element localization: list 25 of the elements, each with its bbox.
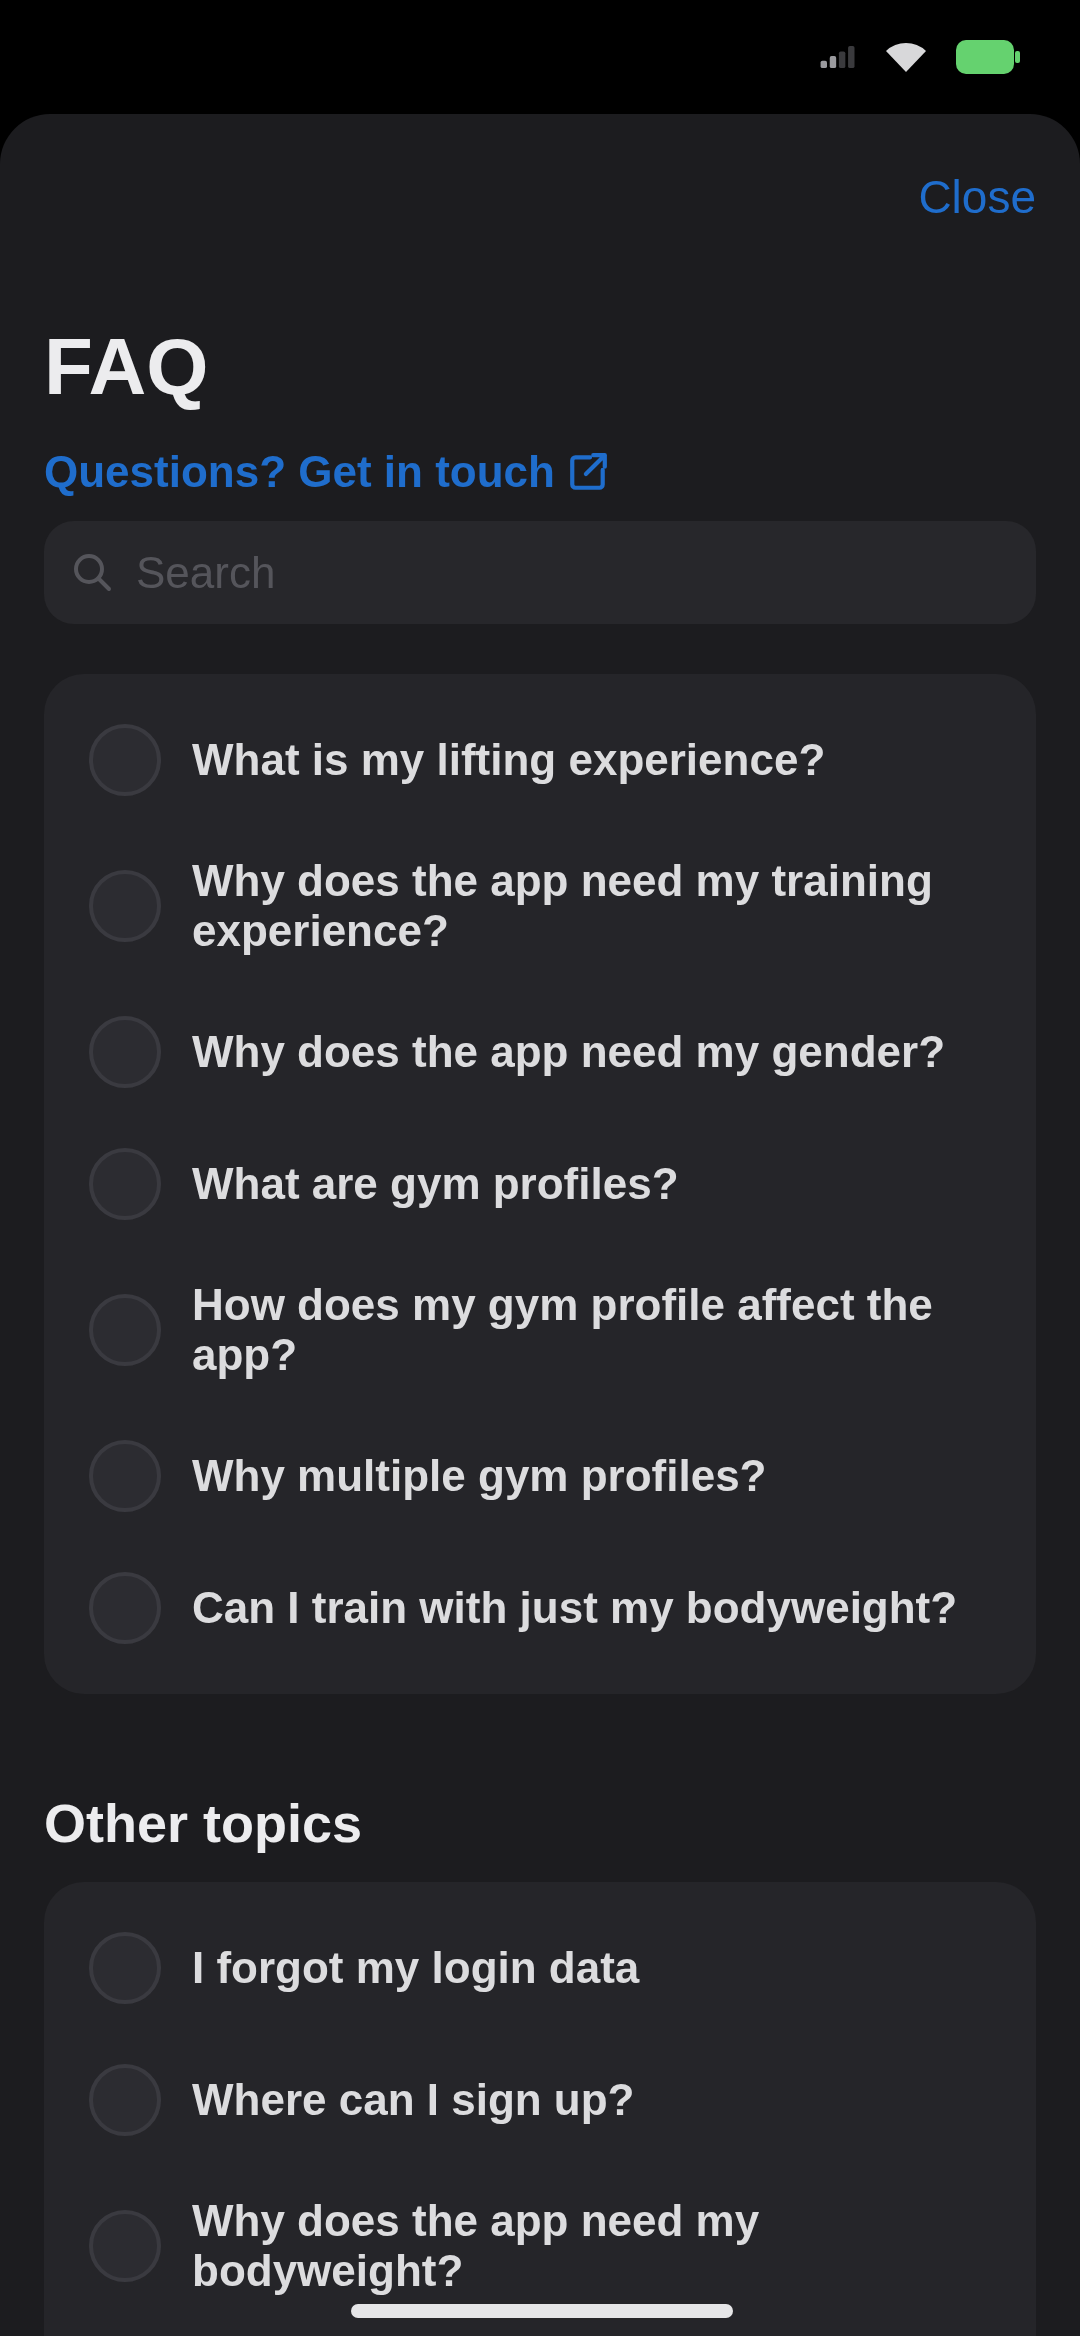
page-title: FAQ: [44, 321, 209, 413]
wifi-icon: [886, 42, 926, 72]
circle-icon: [89, 1016, 161, 1088]
circle-icon: [89, 2210, 161, 2282]
circle-icon: [89, 1148, 161, 1220]
faq-item[interactable]: I forgot my login data: [89, 1902, 1006, 2034]
faq-item[interactable]: Why does the app need my bodyweight?: [89, 2166, 1006, 2326]
circle-icon: [89, 724, 161, 796]
circle-icon: [89, 870, 161, 942]
faq-item[interactable]: Why multiple gym profiles?: [89, 1410, 1006, 1542]
faq-item[interactable]: Can I train with just my bodyweight?: [89, 1542, 1006, 1674]
faq-item[interactable]: Why does the app need my training experience?: [89, 826, 1006, 986]
signal-icon: [820, 46, 856, 68]
faq-item[interactable]: How does my gym profile affect the app?: [89, 1250, 1006, 1410]
faq-item[interactable]: Where can I sign up?: [89, 2034, 1006, 2166]
search-icon: [72, 552, 112, 592]
battery-icon: [956, 40, 1020, 74]
faq-item[interactable]: What are gym profiles?: [89, 1118, 1006, 1250]
faq-item[interactable]: Why does the app need my gender?: [89, 986, 1006, 1118]
circle-icon: [89, 1440, 161, 1512]
circle-icon: [89, 1294, 161, 1366]
circle-icon: [89, 1572, 161, 1644]
faq-item[interactable]: What is my lifting experience?: [89, 694, 1006, 826]
circle-icon: [89, 2064, 161, 2136]
section-heading: Other topics: [44, 1792, 363, 1855]
